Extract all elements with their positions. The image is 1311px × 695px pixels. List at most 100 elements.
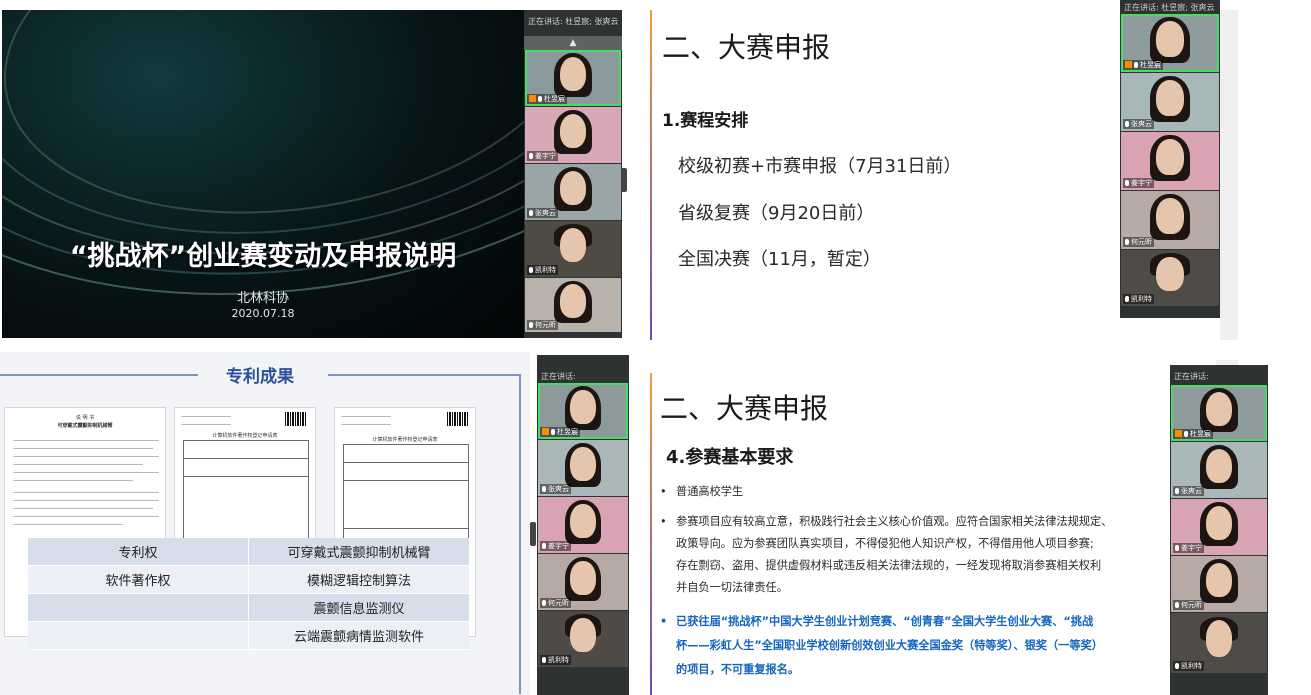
slide-title: “挑战杯”创业赛变动及申报说明 [69,241,457,272]
video-tile[interactable]: 何元昕 [1171,556,1267,612]
text-line [13,456,159,457]
requirement-highlight: 杯——彩虹人生”全国职业学校创新创效创业大赛全国金奖（特等奖）、银奖（一等奖） [676,639,1103,652]
participant-face [570,560,596,596]
requirement-item: 并自负一切法律责任。 [676,581,788,594]
title-rule [0,374,198,376]
participant-name: 何元昕 [527,320,558,330]
video-tile[interactable]: 凯利特 [525,221,621,277]
participant-name: 姜宇宁 [1123,178,1154,188]
ip-type: 软件著作权 [105,574,171,589]
participant-face [559,170,587,206]
slide-date: 2020.07.18 [231,307,295,320]
video-tile[interactable]: 何元昕 [1121,191,1219,249]
slide-heading: 二、大赛申报 [660,392,829,425]
video-tile[interactable]: 杜昱宸 [1121,14,1219,72]
participant-face [1156,20,1184,57]
video-tile[interactable]: 张爽云 [1171,442,1267,498]
participant-face [1205,391,1233,427]
video-tile[interactable]: 姜宇宁 [525,107,621,163]
video-tile[interactable]: 姜宇宁 [1121,132,1219,190]
video-tile[interactable]: 杜昱宸 [525,50,621,106]
participant-name: 姜宇宁 [540,541,571,551]
text-line [13,508,153,509]
participant-face [570,503,596,539]
title-slide: “挑战杯”创业赛变动及申报说明 北林科协 2020.07.18 [2,10,524,338]
video-tile[interactable]: 张爽云 [525,164,621,220]
video-tile[interactable]: 姜宇宁 [1171,499,1267,555]
video-tile[interactable]: 凯利特 [1171,613,1267,673]
accent-line [650,373,652,695]
form-heading: 计算机软件著作权登记申请表 [212,433,278,439]
mic-icon [1125,180,1129,186]
ip-type: 专利权 [118,546,158,561]
slide-subheading: 1.赛程安排 [662,111,749,131]
text-line [13,492,159,493]
slide-subheading: 4.参赛基本要求 [666,447,794,468]
video-tile[interactable]: 杜昱宸 [1171,385,1267,441]
participant-face [570,617,596,653]
table-row: 云端震颤病情监测软件 [28,622,469,650]
form-heading: 计算机软件著作权登记申请表 [372,437,438,443]
mic-icon [529,322,533,328]
mic-icon [1125,239,1129,245]
participant-name: 张爽云 [1123,119,1154,129]
participant-face [1156,79,1184,116]
video-tile[interactable]: 凯利特 [538,611,628,667]
slide-border [519,374,521,694]
requirement-highlight: • 已获往届“挑战杯”中国大学生创业计划竞赛、“创青春”全国大学生创业大赛、“挑战 [660,615,1094,628]
participant-name: 凯利特 [1123,294,1154,304]
mic-icon [1184,431,1188,437]
participant-face [1205,562,1233,598]
participant-face [559,56,587,92]
video-panel: 正在讲话: 杜昱宸 张爽云 姜宇宁 何元昕 凯利特 [537,355,629,695]
mic-icon [1125,296,1129,302]
video-tile[interactable]: 姜宇宁 [538,497,628,553]
video-tile[interactable]: 凯利特 [1121,250,1219,306]
side-collapse-handle[interactable] [621,168,627,192]
text-line [13,524,123,525]
host-icon [542,428,549,435]
video-tile[interactable]: 杜昱宸 [538,383,628,439]
video-tile[interactable]: 张爽云 [538,440,628,496]
video-tile[interactable]: 何元昕 [525,278,621,332]
video-tile[interactable]: 张爽云 [1121,73,1219,131]
document-heading: 说 明 书 [75,415,95,421]
participant-name: 张爽云 [540,484,571,494]
text-line [181,424,231,425]
ip-type [28,622,248,649]
speaking-indicator: 正在讲话: 杜昱宸; 张爽云 [1124,3,1215,12]
mic-icon [1175,663,1179,669]
text-line [13,448,153,449]
mic-icon [542,600,546,606]
mic-icon [529,267,533,273]
host-icon [1175,430,1182,437]
schedule-item: 省级复赛（9月20日前） [678,203,875,224]
participant-face [1156,138,1184,175]
participant-name: 姜宇宁 [1173,543,1204,553]
video-panel: 正在讲话: 杜昱宸; 张爽云 杜昱宸 张爽云 姜宇宁 何元昕 凯利特 [1120,0,1220,318]
mic-icon [1175,602,1179,608]
host-icon [1125,61,1132,68]
participant-face [1205,448,1233,484]
scroll-up-button[interactable]: ▲ [524,36,622,50]
ip-name: 模糊逻辑控制算法 [248,566,469,593]
text-line [13,440,159,441]
side-collapse-handle[interactable] [530,522,536,546]
host-icon [529,95,536,102]
text-line [13,472,159,473]
participant-name: 杜昱宸 [540,427,580,437]
patent-table: 专利权 可穿戴式震颤抑制机械臂 软件著作权 模糊逻辑控制算法 震颤信息监测仪 云… [28,538,469,650]
text-line [181,416,231,417]
mic-icon [538,96,542,102]
ip-name: 云端震颤病情监测软件 [248,622,469,649]
participant-face [570,446,596,482]
mic-icon [1175,545,1179,551]
speaking-indicator: 正在讲话: [541,372,576,381]
title-rule [328,374,521,376]
participant-name: 张爽云 [527,208,558,218]
video-tile[interactable]: 何元昕 [538,554,628,610]
participant-name: 杜昱宸 [1173,429,1213,439]
text-line [13,516,159,517]
mic-icon [551,429,555,435]
table-rule [183,458,309,459]
